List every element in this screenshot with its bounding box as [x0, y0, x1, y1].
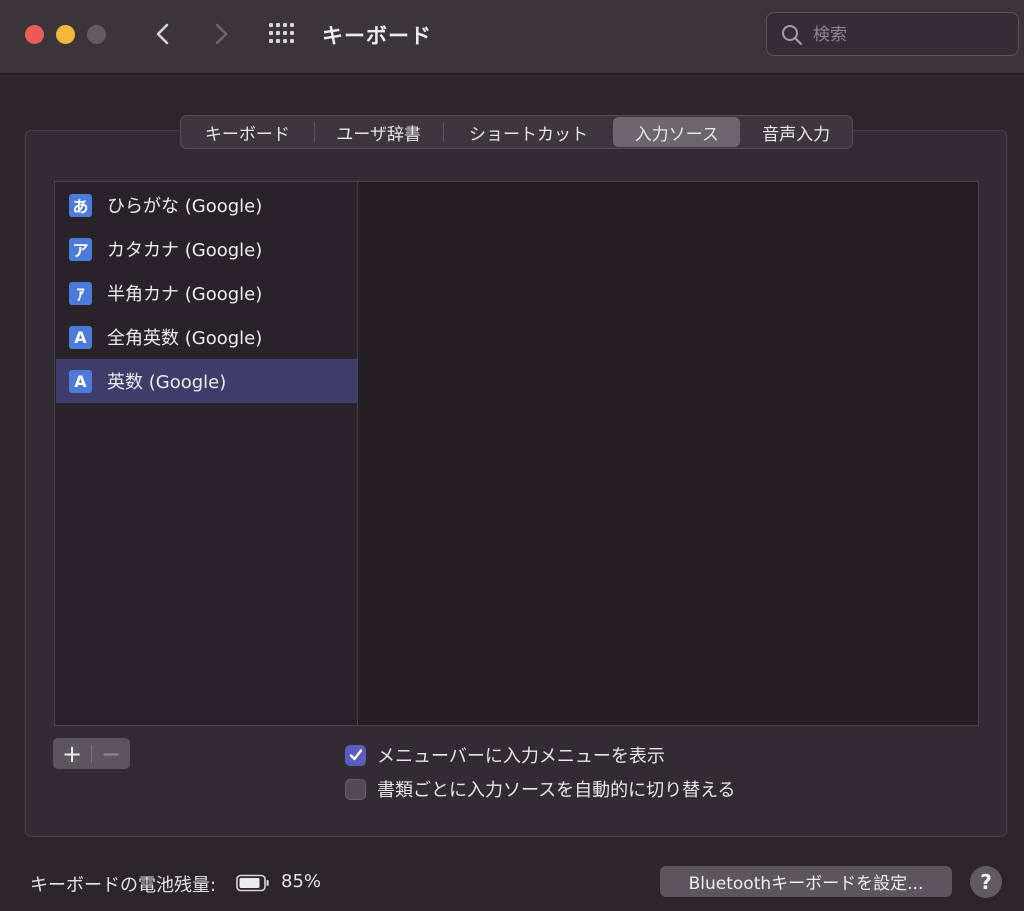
search-icon — [782, 25, 803, 46]
halfwidth-katakana-icon: ｱ — [69, 281, 92, 305]
show-all-button[interactable] — [269, 23, 299, 45]
option-auto-switch-source[interactable]: 書類ごとに入力ソースを自動的に切り替える — [345, 777, 736, 801]
forward-icon — [215, 23, 228, 45]
alphanumeric-icon: A — [69, 369, 92, 393]
minimize-button[interactable] — [56, 25, 75, 44]
tab-keyboard[interactable]: キーボード — [181, 117, 314, 147]
checkbox[interactable] — [345, 744, 366, 766]
close-button[interactable] — [25, 25, 44, 44]
option-show-input-menu[interactable]: メニューバーに入力メニューを表示 — [345, 743, 665, 767]
input-source-detail — [357, 181, 979, 726]
help-button[interactable]: ? — [970, 866, 1002, 898]
tab-dictation[interactable]: 音声入力 — [740, 117, 852, 147]
battery-label: キーボードの電池残量: — [30, 875, 217, 896]
tab-shortcuts[interactable]: ショートカット — [444, 117, 614, 147]
list-item-label: 英数 (Google) — [107, 372, 227, 393]
list-item[interactable]: あ ひらがな (Google) — [56, 183, 358, 227]
tab-input-sources[interactable]: 入力ソース — [613, 117, 741, 147]
list-item-label: 半角カナ (Google) — [107, 284, 263, 305]
hiragana-icon: あ — [69, 193, 92, 217]
list-item-label: カタカナ (Google) — [107, 240, 263, 261]
remove-button[interactable]: − — [92, 738, 130, 769]
window-title: キーボード — [322, 24, 432, 48]
tab-bar: キーボード ユーザ辞書 ショートカット 入力ソース 音声入力 — [180, 115, 853, 149]
option-label: 書類ごとに入力ソースを自動的に切り替える — [377, 780, 736, 801]
checkbox[interactable] — [345, 778, 366, 800]
battery-percent: 85% — [281, 871, 322, 892]
grid-icon — [269, 23, 273, 27]
list-item[interactable]: A 全角英数 (Google) — [56, 315, 358, 359]
list-item[interactable]: ア カタカナ (Google) — [56, 227, 358, 271]
fullwidth-alphanumeric-icon: A — [69, 325, 92, 349]
title-bar: キーボード — [0, 0, 1024, 74]
forward-button[interactable] — [206, 18, 236, 50]
list-item[interactable]: ｱ 半角カナ (Google) — [56, 271, 358, 315]
setup-bluetooth-keyboard-button[interactable]: Bluetoothキーボードを設定... — [660, 866, 952, 897]
search-input[interactable] — [813, 21, 1008, 49]
back-button[interactable] — [148, 18, 178, 50]
back-icon — [156, 23, 169, 45]
add-button[interactable]: + — [53, 738, 91, 769]
zoom-button[interactable] — [87, 25, 106, 44]
input-source-list[interactable]: あ ひらがな (Google) ア カタカナ (Google) ｱ 半角カナ (… — [54, 181, 358, 726]
battery-icon — [236, 874, 269, 892]
list-item-selected[interactable]: A 英数 (Google) — [56, 359, 358, 403]
search-box[interactable] — [766, 12, 1019, 56]
option-label: メニューバーに入力メニューを表示 — [377, 746, 665, 767]
katakana-icon: ア — [69, 237, 92, 261]
list-item-label: ひらがな (Google) — [107, 196, 263, 217]
checkmark-icon — [349, 749, 362, 761]
add-remove-control: + − — [53, 738, 130, 769]
tab-user-dictionary[interactable]: ユーザ辞書 — [315, 117, 443, 147]
list-item-label: 全角英数 (Google) — [107, 328, 263, 349]
